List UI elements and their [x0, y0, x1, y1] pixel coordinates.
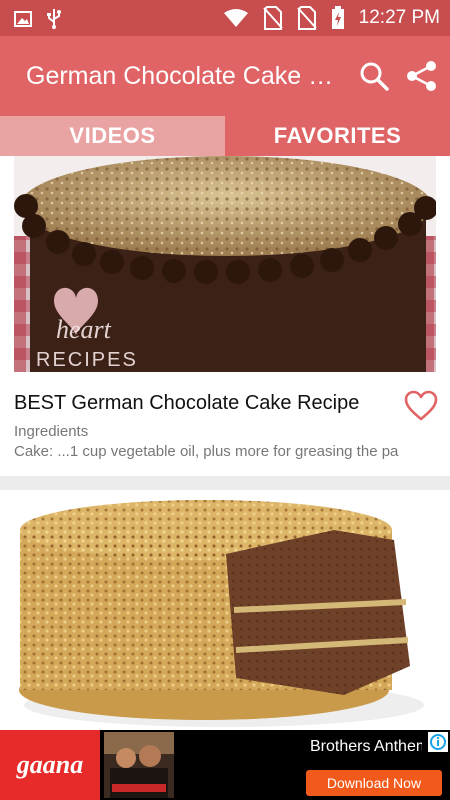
svg-text:heart: heart	[56, 315, 112, 344]
ad-info-button[interactable]	[428, 732, 448, 752]
video-list[interactable]: heart RECIPES BEST German Chocolate Cake…	[0, 156, 450, 730]
ad-brand-logo[interactable]: gaana	[0, 730, 100, 800]
video-description: Cake: ...1 cup vegetable oil, plus more …	[14, 443, 399, 460]
battery-charging-icon	[331, 6, 344, 29]
share-button[interactable]	[404, 58, 440, 94]
video-thumbnail[interactable]: heart RECIPES	[14, 156, 436, 372]
tab-videos[interactable]: VIDEOS	[0, 116, 225, 156]
ad-brand: gaana	[16, 750, 84, 779]
heart-outline-icon	[404, 390, 438, 421]
list-item[interactable]: heart RECIPES BEST German Chocolate Cake…	[0, 156, 450, 476]
search-icon	[360, 62, 389, 91]
ad-title: Brothers Anthem	[310, 738, 422, 755]
list-item[interactable]	[0, 490, 450, 730]
status-bar: 12:27 PM	[0, 0, 450, 36]
wifi-icon	[223, 9, 248, 27]
video-title[interactable]: BEST German Chocolate Cake Recipe	[14, 392, 359, 415]
tab-bar: VIDEOS FAVORITES	[0, 116, 450, 156]
no-sim-icon	[296, 6, 317, 30]
tab-favorites[interactable]: FAVORITES	[225, 116, 450, 156]
favorite-button[interactable]	[404, 390, 438, 422]
status-time: 12:27 PM	[358, 7, 440, 28]
page-title: German Chocolate Cake Recipes	[26, 62, 338, 90]
image-icon	[14, 11, 32, 27]
ad-poster-image[interactable]	[104, 732, 174, 798]
search-button[interactable]	[356, 58, 392, 94]
app-bar: German Chocolate Cake Recipes	[0, 36, 450, 116]
no-sim-icon	[262, 6, 283, 30]
ad-banner[interactable]: gaana Brothers Anthem Download Now	[0, 730, 450, 800]
usb-icon	[47, 9, 61, 29]
download-now-button[interactable]: Download Now	[306, 770, 442, 796]
video-thumbnail[interactable]	[14, 490, 436, 730]
svg-text:RECIPES: RECIPES	[36, 349, 138, 371]
video-subtitle: Ingredients	[14, 423, 89, 440]
share-icon	[407, 61, 436, 91]
ad-info-icon	[428, 732, 448, 752]
